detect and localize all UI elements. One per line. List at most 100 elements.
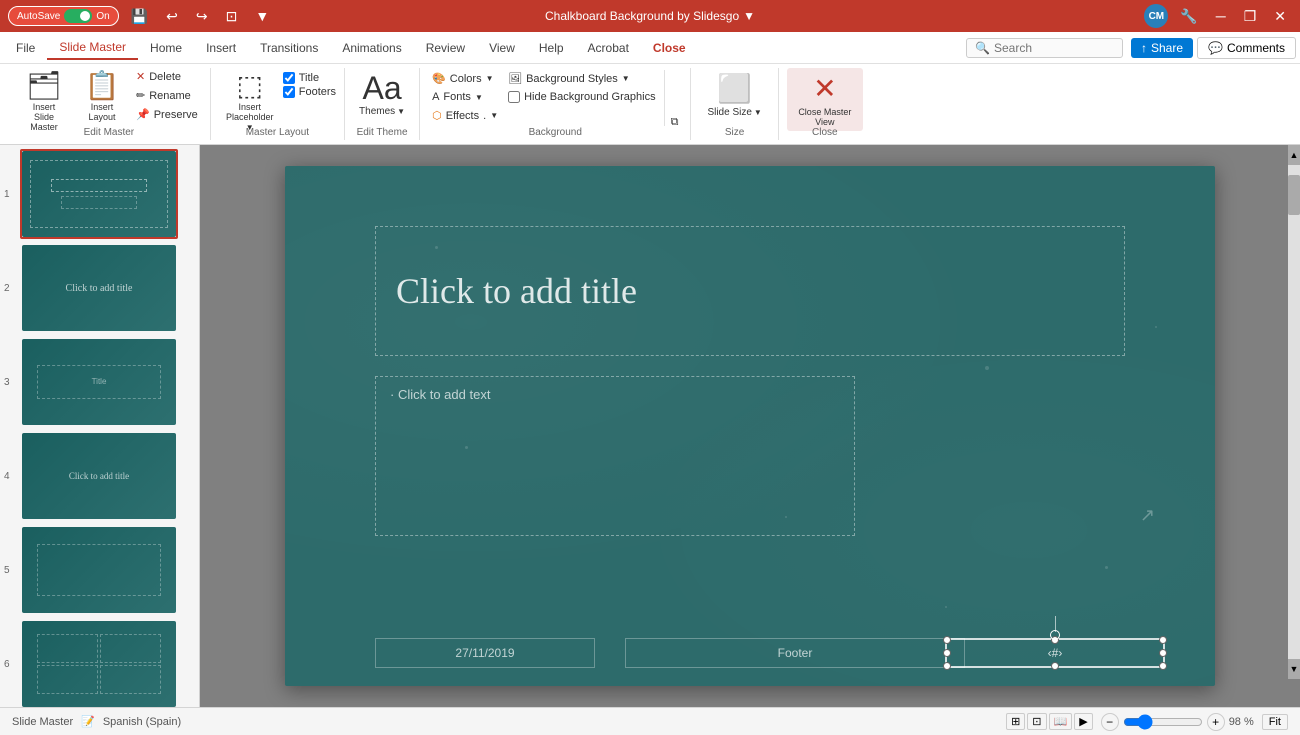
canvas-area[interactable]: Click to add title · Click to add text 2… xyxy=(200,145,1300,707)
minimize-button[interactable]: ─ xyxy=(1210,6,1232,26)
footer-date[interactable]: 27/11/2019 xyxy=(375,638,595,668)
tab-slide-master[interactable]: Slide Master xyxy=(47,36,138,60)
footer-number[interactable]: ‹#› xyxy=(945,638,1165,668)
tab-help[interactable]: Help xyxy=(527,37,576,59)
slide-thumb-5[interactable] xyxy=(20,525,178,615)
effects-button[interactable]: ⬡ Effects . ▼ xyxy=(428,107,502,124)
view-label: Slide Master xyxy=(12,716,73,728)
tab-home[interactable]: Home xyxy=(138,37,194,59)
scroll-down-arrow[interactable]: ▼ xyxy=(1288,659,1300,679)
slideshow-button[interactable]: ▶ xyxy=(1074,713,1092,730)
handle-bot-center[interactable] xyxy=(1051,662,1059,670)
rotate-dot[interactable] xyxy=(1050,630,1060,640)
group-background: 🎨 Colors ▼ A Fonts ▼ ⬡ Effects . ▼ xyxy=(420,68,691,140)
search-input[interactable] xyxy=(994,41,1114,55)
title-placeholder[interactable]: Click to add title xyxy=(375,226,1125,356)
footers-checkbox-item[interactable]: Footers xyxy=(283,86,336,98)
handle-bot-left[interactable] xyxy=(943,662,951,670)
title-dropdown-arrow[interactable]: ▼ xyxy=(743,9,755,23)
slide-canvas[interactable]: Click to add title · Click to add text 2… xyxy=(285,166,1215,686)
user-avatar[interactable]: CM xyxy=(1144,4,1168,28)
search-box[interactable]: 🔍 xyxy=(966,38,1123,58)
handle-mid-left[interactable] xyxy=(943,649,951,657)
tab-review[interactable]: Review xyxy=(414,37,477,59)
insert-placeholder-button[interactable]: ⬚ Insert Placeholder ▼ xyxy=(219,68,281,136)
tab-file[interactable]: File xyxy=(4,37,47,59)
rotate-handle[interactable] xyxy=(1050,616,1060,640)
scroll-thumb[interactable] xyxy=(1288,175,1300,215)
hide-background-graphics-button[interactable]: Hide Background Graphics xyxy=(504,89,659,105)
scroll-up-arrow[interactable]: ▲ xyxy=(1288,145,1300,165)
zoom-in-button[interactable]: + xyxy=(1207,713,1225,731)
reading-view-button[interactable]: 📖 xyxy=(1049,713,1073,730)
autosave-toggle[interactable]: AutoSave On xyxy=(8,6,119,26)
tab-acrobat[interactable]: Acrobat xyxy=(576,37,641,59)
preserve-button[interactable]: 📌 Preserve xyxy=(132,106,202,123)
main-area: 1 2 Click to add title 3 xyxy=(0,145,1300,707)
insert-layout-button[interactable]: 📋 Insert Layout xyxy=(74,68,130,126)
title-checkbox-item[interactable]: Title xyxy=(283,72,336,84)
slide-thumb-wrapper-3: 3 Title xyxy=(4,337,195,427)
handle-top-right[interactable] xyxy=(1159,636,1167,644)
share-icon: ↑ xyxy=(1141,41,1147,55)
colors-button[interactable]: 🎨 Colors ▼ xyxy=(428,70,502,87)
scroll-track[interactable] xyxy=(1288,165,1300,659)
restore-down-button[interactable]: ⊡ xyxy=(220,6,244,27)
tab-insert[interactable]: Insert xyxy=(194,37,248,59)
group-close: ✕ Close Master View Close xyxy=(779,68,871,140)
ribbon-content: 🗂 Insert Slide Master 📋 Insert Layout ✕ … xyxy=(0,64,1300,144)
edit-theme-label: Edit Theme xyxy=(357,127,408,138)
background-dialog-launcher[interactable]: ⧉ xyxy=(667,70,683,131)
footer-center[interactable]: Footer xyxy=(625,638,965,668)
slide-thumb-wrapper-4: 4 Click to add title xyxy=(4,431,195,521)
share-button[interactable]: ↑ Share xyxy=(1131,38,1193,58)
fit-button[interactable]: Fit xyxy=(1262,714,1288,730)
slide-thumb-3[interactable]: Title xyxy=(20,337,178,427)
status-bar: Slide Master 📝 Spanish (Spain) ⊞ ⊡ 📖 ▶ −… xyxy=(0,707,1300,735)
background-col: 🎨 Colors ▼ A Fonts ▼ ⬡ Effects . ▼ xyxy=(428,68,502,124)
slide-size-button[interactable]: ⬜ Slide Size ▼ xyxy=(699,68,769,122)
fonts-button[interactable]: A Fonts ▼ xyxy=(428,89,502,105)
slide-thumb-6[interactable] xyxy=(20,619,178,707)
close-master-view-button[interactable]: ✕ Close Master View xyxy=(787,68,863,131)
hide-background-checkbox[interactable] xyxy=(508,91,520,103)
rename-button[interactable]: ✏ Rename xyxy=(132,87,202,104)
v-scrollbar[interactable]: ▲ ▼ xyxy=(1288,145,1300,679)
tab-view[interactable]: View xyxy=(477,37,527,59)
delete-button[interactable]: ✕ Delete xyxy=(132,68,202,85)
themes-button[interactable]: Aa Themes ▼ xyxy=(353,68,411,121)
notes-icon[interactable]: 📝 xyxy=(81,715,95,728)
title-checkbox[interactable] xyxy=(283,72,295,84)
preserve-icon: 📌 xyxy=(136,108,150,121)
handle-bot-right[interactable] xyxy=(1159,662,1167,670)
footers-checkbox[interactable] xyxy=(283,86,295,98)
comments-button[interactable]: 💬 Comments xyxy=(1197,37,1296,59)
autosave-toggle-switch[interactable] xyxy=(64,9,92,23)
normal-view-button[interactable]: ⊞ xyxy=(1006,713,1025,730)
settings-button[interactable]: 🔧 xyxy=(1174,6,1203,27)
redo-button[interactable]: ↪ xyxy=(190,6,214,27)
slide-thumb-2[interactable]: Click to add title xyxy=(20,243,178,333)
zoom-out-button[interactable]: − xyxy=(1101,713,1119,731)
restore-button[interactable]: ❐ xyxy=(1238,6,1263,27)
cursor-indicator: ↗ xyxy=(1140,505,1155,526)
slide-thumb-1[interactable] xyxy=(20,149,178,239)
delete-icon: ✕ xyxy=(136,70,145,83)
effects-period: . xyxy=(483,110,486,122)
save-button[interactable]: 💾 xyxy=(125,6,154,27)
slide-thumb-4[interactable]: Click to add title xyxy=(20,431,178,521)
slide-sorter-button[interactable]: ⊡ xyxy=(1027,713,1046,730)
tab-transitions[interactable]: Transitions xyxy=(248,37,330,59)
handle-top-left[interactable] xyxy=(943,636,951,644)
close-button[interactable]: ✕ xyxy=(1268,6,1292,27)
background-styles-button[interactable]: 🖼 Background Styles ▼ xyxy=(504,70,659,87)
handle-mid-right[interactable] xyxy=(1159,649,1167,657)
footer-date-text: 27/11/2019 xyxy=(455,646,514,660)
tab-shape-format[interactable]: Close xyxy=(641,37,698,59)
tab-animations[interactable]: Animations xyxy=(330,37,413,59)
content-placeholder[interactable]: · Click to add text xyxy=(375,376,855,536)
undo-button[interactable]: ↩ xyxy=(160,6,184,27)
insert-slide-master-button[interactable]: 🗂 Insert Slide Master xyxy=(16,68,72,136)
zoom-range-input[interactable] xyxy=(1123,714,1203,730)
customize-toolbar-button[interactable]: ▼ xyxy=(249,6,275,26)
